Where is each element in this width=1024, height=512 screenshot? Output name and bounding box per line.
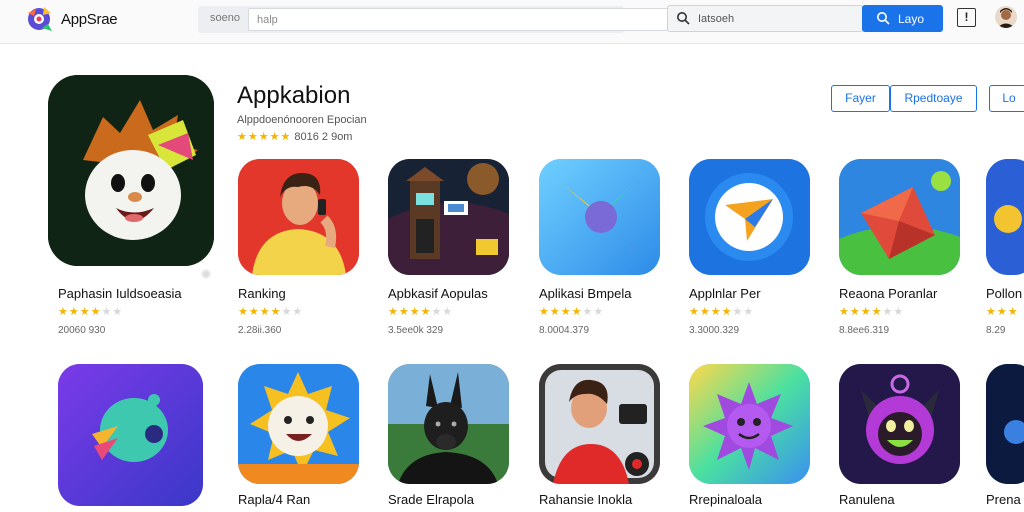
avatar[interactable] xyxy=(995,6,1017,28)
app-icon-applnlar[interactable] xyxy=(689,159,810,275)
page-title: Appkabion xyxy=(237,82,351,109)
app-icon-rrepinaloala[interactable] xyxy=(689,364,810,484)
hero-rating-meta: 8016 2 9om xyxy=(294,131,353,143)
app-icon-prena[interactable] xyxy=(986,364,1024,484)
dog-icon xyxy=(388,364,509,484)
app-meta: 3.5ee0k 329 xyxy=(388,325,444,336)
app-icon-reaona[interactable] xyxy=(839,159,960,275)
app-name[interactable]: Reaona Poranlar xyxy=(839,286,937,301)
search-input[interactable]: halp xyxy=(248,8,704,31)
rating-stars: ★★★★★★ xyxy=(388,306,454,318)
app-meta: 8.0004.379 xyxy=(539,325,590,336)
app-icon-srade[interactable] xyxy=(388,364,509,484)
app-name[interactable]: Pollon xyxy=(986,286,1022,301)
rating-stars: ★★★★★★ xyxy=(238,306,304,318)
top-bar: AppSrae soeno halp Iatsoeh Layo ! xyxy=(0,0,1024,44)
cartoon-mascot-icon xyxy=(48,75,214,266)
monster-icon xyxy=(839,364,960,484)
app-logo-icon[interactable] xyxy=(24,4,54,34)
rating-stars: ★★★★★★ xyxy=(689,306,755,318)
app-meta: 8.29 xyxy=(986,325,1006,336)
app-name[interactable]: Rrepinaloala xyxy=(689,492,762,507)
camera-person-icon xyxy=(539,364,660,484)
search-bar: soeno halp xyxy=(198,6,704,33)
app-icon-pollon[interactable] xyxy=(986,159,1024,275)
search-icon xyxy=(877,12,890,25)
app-name[interactable]: Prena xyxy=(986,492,1021,507)
app-icon-bmpela[interactable] xyxy=(539,159,660,275)
app-meta: 2.28ii.360 xyxy=(238,325,282,336)
rating-stars: ★★★★★★ xyxy=(839,306,905,318)
hero-button-3[interactable]: Lo xyxy=(989,85,1024,112)
app-name[interactable]: Ranulena xyxy=(839,492,895,507)
app-name[interactable]: Rahansie Inokla xyxy=(539,492,632,507)
featured-badge xyxy=(201,269,211,279)
spiky-creature-icon xyxy=(689,364,810,484)
app-meta: 20060 930 xyxy=(58,325,106,336)
app-name[interactable]: Apbkasif Aopulas xyxy=(388,286,488,301)
hero-rating: ★★★★★ 8016 2 9om xyxy=(237,130,352,143)
app-meta: 8.8ee6.319 xyxy=(839,325,890,336)
app-meta: 3.3000.329 xyxy=(689,325,740,336)
app-name[interactable]: Aplikasi Bmpela xyxy=(539,286,632,301)
app-icon-rapla[interactable] xyxy=(238,364,359,484)
secondary-search-input[interactable]: Iatsoeh xyxy=(667,5,863,32)
app-icon-aopulas[interactable] xyxy=(388,159,509,275)
app-name[interactable]: Rapla/4 Ran xyxy=(238,492,310,507)
app-name[interactable]: Applnlar Per xyxy=(689,286,761,301)
app-name[interactable]: Srade Elrapola xyxy=(388,492,474,507)
alert-icon[interactable]: ! xyxy=(957,8,976,27)
app-icon-row2-1[interactable] xyxy=(58,364,203,506)
page-subtitle: Alppdoenónooren Epocian xyxy=(237,114,367,126)
search-button-label: Layo xyxy=(898,12,925,26)
search-icon xyxy=(677,12,690,25)
hero-button-2[interactable]: Rpedtoaye xyxy=(890,85,977,112)
secondary-search-placeholder: Iatsoeh xyxy=(698,13,735,25)
search-button[interactable]: Layo xyxy=(862,5,943,32)
app-icon-rahansie[interactable] xyxy=(539,364,660,484)
search-label: soeno xyxy=(210,12,240,24)
rating-stars: ★★★★★ xyxy=(237,131,292,143)
hero-button-1[interactable]: Fayer xyxy=(831,85,890,112)
app-icon-ranulena[interactable] xyxy=(839,364,960,484)
person-phone-icon xyxy=(238,159,359,275)
app-name[interactable]: Ranking xyxy=(238,286,286,301)
creature-icon xyxy=(58,364,203,506)
rating-stars: ★★★ xyxy=(986,306,1019,318)
featured-app-icon[interactable] xyxy=(48,75,214,266)
rating-stars: ★★★★★★ xyxy=(58,306,124,318)
app-icon-ranking[interactable] xyxy=(238,159,359,275)
app-icon-partial xyxy=(986,364,1024,484)
app-icon-partial xyxy=(986,159,1024,275)
featured-app-name[interactable]: Paphasin Iuldsoeasia xyxy=(58,286,182,301)
brand-name[interactable]: AppSrae xyxy=(61,11,118,28)
building-scene-icon xyxy=(388,159,509,275)
send-arrow-icon xyxy=(689,159,810,275)
sun-face-icon xyxy=(238,364,359,484)
rating-stars: ★★★★★★ xyxy=(539,306,605,318)
envelope-icon xyxy=(839,159,960,275)
star-burst-icon xyxy=(539,159,660,275)
